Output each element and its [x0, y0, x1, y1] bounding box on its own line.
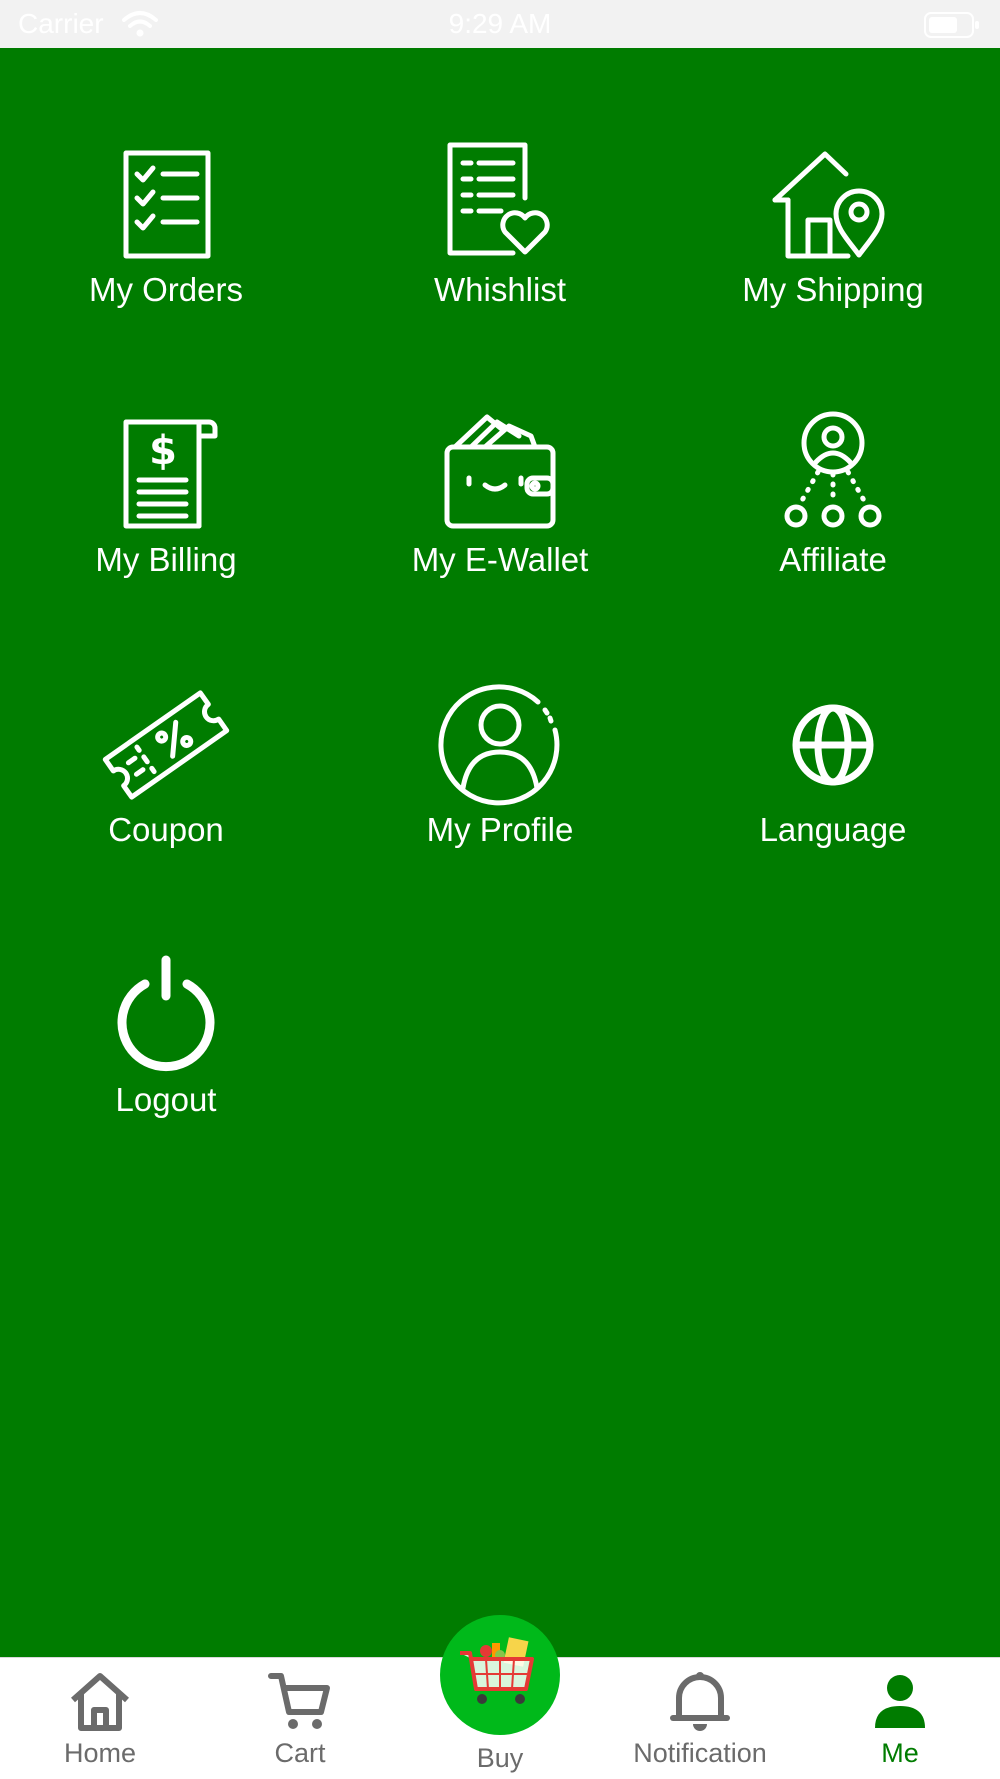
svg-text:$: $: [149, 428, 177, 474]
my-orders-label: My Orders: [88, 271, 243, 308]
tab-notification-label: Notification: [633, 1738, 767, 1768]
bell-icon: [665, 1666, 735, 1736]
tab-me[interactable]: Me: [800, 1658, 1000, 1779]
my-ewallet-label: My E-Wallet: [411, 541, 589, 578]
tab-home[interactable]: Home: [0, 1658, 200, 1779]
language-button[interactable]: Language: [703, 680, 963, 880]
my-ewallet-button[interactable]: My E-Wallet: [370, 410, 630, 610]
person-icon: [865, 1666, 935, 1736]
tab-cart[interactable]: Cart: [200, 1658, 400, 1779]
coupon-ticket-icon: [101, 680, 231, 810]
home-location-icon: [768, 140, 898, 270]
my-billing-label: My Billing: [95, 541, 237, 578]
power-icon: [101, 950, 231, 1080]
my-orders-button[interactable]: My Orders: [36, 140, 296, 340]
status-time: 9:29 AM: [448, 8, 552, 39]
tab-cart-label: Cart: [274, 1738, 326, 1768]
logout-button[interactable]: Logout: [36, 950, 296, 1150]
tab-notification[interactable]: Notification: [600, 1658, 800, 1779]
my-shipping-label: My Shipping: [742, 271, 924, 308]
cart-icon: [265, 1666, 335, 1736]
affiliate-button[interactable]: Affiliate: [703, 410, 963, 610]
coupon-label: Coupon: [108, 811, 224, 848]
my-shipping-button[interactable]: My Shipping: [703, 140, 963, 340]
language-label: Language: [759, 811, 907, 848]
wallet-icon: [435, 410, 565, 540]
network-people-icon: [768, 410, 898, 540]
home-icon: [65, 1666, 135, 1736]
invoice-dollar-icon: $: [101, 410, 231, 540]
tab-buy-label: Buy: [476, 1743, 524, 1773]
globe-icon: [768, 680, 898, 810]
shopping-cart-groceries-icon: [460, 1637, 534, 1704]
buy-button[interactable]: [440, 1615, 560, 1735]
wishlist-heart-icon: [435, 140, 565, 270]
my-profile-button[interactable]: My Profile: [370, 680, 630, 880]
user-circle-icon: [435, 680, 565, 810]
my-billing-button[interactable]: $ My Billing: [36, 410, 296, 610]
status-bar: Carrier 9:29 AM: [0, 0, 1000, 48]
coupon-button[interactable]: Coupon: [36, 680, 296, 880]
tab-home-label: Home: [63, 1738, 137, 1768]
battery-icon: [924, 12, 980, 38]
account-menu: My Orders Whishlist My Shipping $ My Bil…: [0, 48, 1000, 1657]
checklist-icon: [101, 140, 231, 270]
logout-label: Logout: [115, 1081, 217, 1118]
tab-me-label: Me: [881, 1738, 919, 1768]
affiliate-label: Affiliate: [779, 541, 887, 578]
wishlist-label: Whishlist: [433, 271, 567, 308]
my-profile-label: My Profile: [426, 811, 574, 848]
wishlist-button[interactable]: Whishlist: [370, 140, 630, 340]
